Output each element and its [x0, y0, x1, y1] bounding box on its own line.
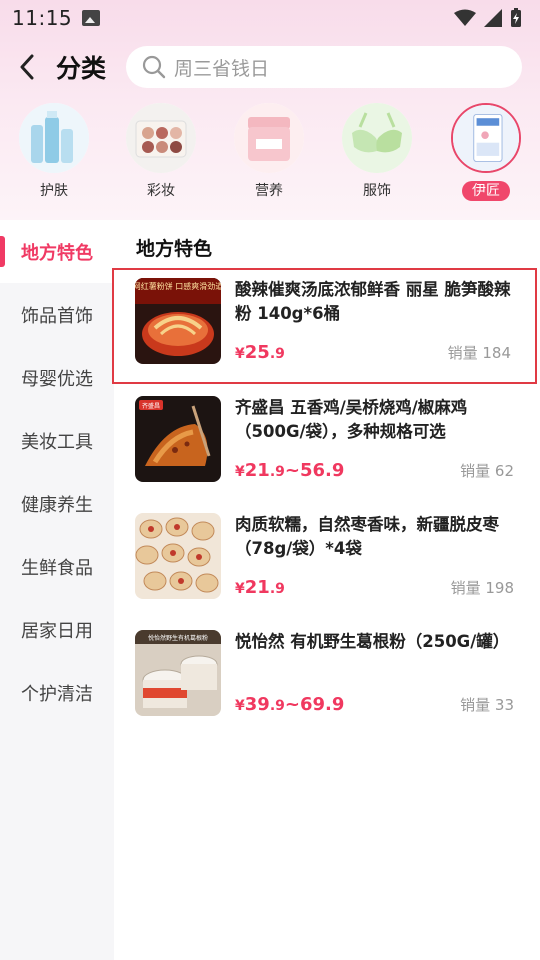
- sidebar-item-household[interactable]: 居家日用: [0, 598, 114, 661]
- battery-icon: [511, 8, 521, 27]
- product-name: 齐盛昌 五香鸡/吴桥烧鸡/椒麻鸡（500G/袋），多种规格可选: [235, 398, 468, 441]
- price-range: ~56.9: [284, 460, 345, 481]
- milk-box-icon: [451, 103, 521, 173]
- wifi-icon: [454, 9, 476, 26]
- thumb-text: 网红薯粉饼 口感爽滑劲道: [135, 281, 221, 291]
- search-icon: [142, 55, 166, 79]
- product-price: ¥21.9: [235, 577, 285, 598]
- product-card[interactable]: 齐盛昌 齐盛昌 五香鸡/吴桥烧鸡/椒麻鸡（500G/袋），多种规格可选 ¥21.…: [114, 386, 540, 502]
- category-sidebar: 地方特色 饰品首饰 母婴优选 美妆工具 健康养生 生鲜食品 居家日用 个护清洁: [0, 220, 114, 960]
- product-sales: 销量 33: [460, 696, 514, 714]
- product-name: 悦怡然 有机野生葛根粉（250G/罐）: [235, 632, 510, 651]
- search-placeholder: 周三省钱日: [174, 57, 270, 80]
- product-card[interactable]: 悦怡然野生有机葛根粉 悦怡然 有机野生葛根粉（250G/罐） ¥39.9~69.…: [114, 620, 540, 736]
- sidebar-item-local-specialty[interactable]: 地方特色: [0, 220, 114, 283]
- category-row: 护肤 彩妆 营养 服饰 伊匠: [0, 103, 540, 213]
- category-label: 服饰: [363, 183, 391, 199]
- product-card[interactable]: 肉质软糯，自然枣香味，新疆脱皮枣（78g/袋）*4袋 ¥21.9 销量 198: [114, 503, 540, 619]
- category-label: 护肤: [40, 183, 68, 199]
- product-sales: 销量 62: [460, 462, 514, 480]
- sidebar-item-fresh-food[interactable]: 生鲜食品: [0, 535, 114, 598]
- gallery-notification-icon: [82, 10, 101, 26]
- makeup-palette-icon: [126, 103, 196, 173]
- sidebar-item-health[interactable]: 健康养生: [0, 472, 114, 535]
- product-name: 肉质软糯，自然枣香味，新疆脱皮枣（78g/袋）*4袋: [235, 515, 499, 558]
- page-title: 分类: [56, 54, 107, 83]
- product-card[interactable]: 网红薯粉饼 口感爽滑劲道 酸辣催爽汤底浓郁鲜香 丽星 脆笋酸辣粉 140g*6桶…: [112, 268, 537, 384]
- product-price: ¥25.9: [235, 342, 285, 363]
- thumb-text: 悦怡然野生有机葛根粉: [148, 634, 208, 642]
- sidebar-item-personal-care[interactable]: 个护清洁: [0, 661, 114, 724]
- category-makeup[interactable]: 彩妆: [121, 103, 201, 201]
- category-skincare[interactable]: 护肤: [14, 103, 94, 201]
- product-image: 齐盛昌: [135, 396, 221, 482]
- header: 分类 周三省钱日: [0, 44, 540, 90]
- product-price: ¥39.9~69.9: [235, 694, 345, 715]
- back-arrow-icon: [20, 54, 34, 80]
- thumb-text: 齐盛昌: [142, 402, 160, 410]
- skincare-bottles-icon: [19, 103, 89, 173]
- product-list-panel: 地方特色 网红薯粉饼 口感爽滑劲道 酸辣催爽汤底浓郁鲜香 丽星 脆笋酸辣粉 14…: [112, 220, 540, 960]
- signal-icon: [484, 9, 502, 27]
- product-image: 网红薯粉饼 口感爽滑劲道: [135, 278, 221, 364]
- section-title: 地方特色: [136, 238, 213, 260]
- category-label: 伊匠: [462, 181, 510, 201]
- category-nutrition[interactable]: 营养: [229, 103, 309, 201]
- back-button[interactable]: [2, 44, 52, 90]
- product-image: [135, 513, 221, 599]
- sidebar-item-beauty-tools[interactable]: 美妆工具: [0, 409, 114, 472]
- product-image: 悦怡然野生有机葛根粉: [135, 630, 221, 716]
- sidebar-item-mother-baby[interactable]: 母婴优选: [0, 346, 114, 409]
- category-clothing[interactable]: 服饰: [337, 103, 417, 201]
- product-price: ¥21.9~56.9: [235, 460, 345, 481]
- product-sales: 销量 184: [447, 344, 511, 362]
- product-sales: 销量 198: [450, 579, 514, 597]
- bra-clothing-icon: [342, 103, 412, 173]
- sidebar-item-jewelry[interactable]: 饰品首饰: [0, 283, 114, 346]
- category-label: 彩妆: [147, 183, 175, 199]
- category-label: 营养: [255, 183, 283, 199]
- status-icons: [454, 8, 522, 28]
- status-time: 11:15: [12, 6, 73, 30]
- nutrition-jar-icon: [234, 103, 304, 173]
- category-yijiang[interactable]: 伊匠: [446, 103, 526, 201]
- status-bar: 11:15: [0, 0, 540, 36]
- search-input[interactable]: 周三省钱日: [126, 46, 522, 88]
- price-range: ~69.9: [284, 694, 345, 715]
- product-name: 酸辣催爽汤底浓郁鲜香 丽星 脆笋酸辣粉 140g*6桶: [235, 280, 511, 323]
